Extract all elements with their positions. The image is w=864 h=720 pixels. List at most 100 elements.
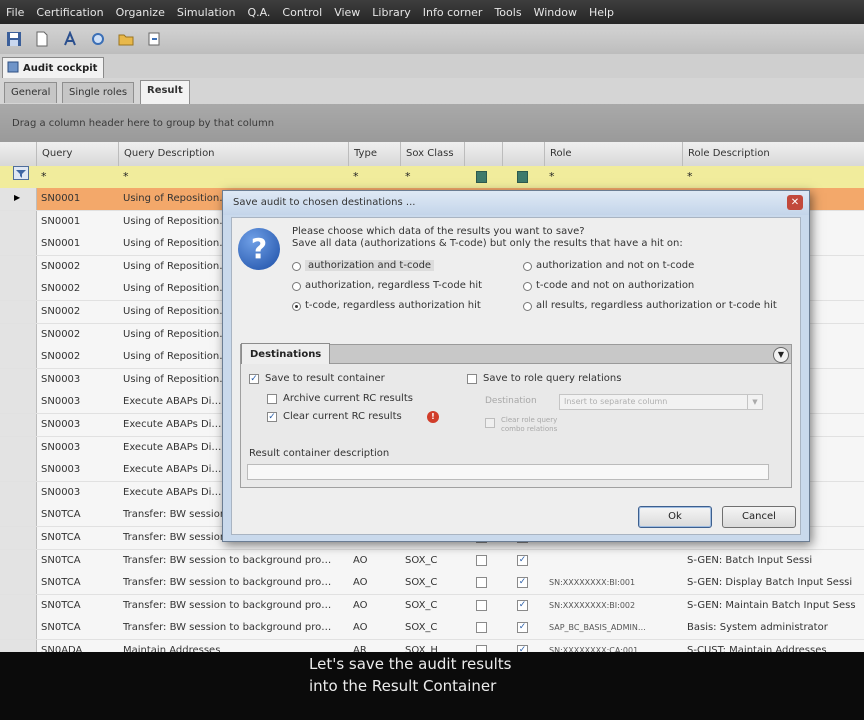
cell-check-2-checkbox[interactable]: ✓ [517, 622, 528, 634]
row-selector[interactable] [0, 323, 37, 346]
cell-check-1-checkbox[interactable] [476, 554, 487, 566]
cell-sox-class[interactable]: SOX_C [400, 617, 464, 639]
radio-tcode-regardless-auth-label[interactable]: t-code, regardless authorization hit [305, 300, 481, 311]
radio-tcode-regardless-auth[interactable] [292, 302, 301, 311]
cell-query[interactable]: SN0001 [36, 211, 118, 233]
cell-role[interactable]: SN:XXXXXXXX:BI:001 [544, 572, 682, 594]
refresh-icon[interactable] [88, 29, 108, 49]
row-selector[interactable] [0, 346, 37, 369]
save-to-role-query-label[interactable]: Save to role query relations [483, 373, 621, 384]
tab-single-roles[interactable]: Single roles [62, 82, 135, 103]
table-row[interactable]: SN0TCA Transfer: BW session to background… [0, 594, 864, 618]
cell-query-description[interactable]: Transfer: BW session to background pro… [118, 617, 348, 639]
column-header-sox-class[interactable]: Sox Class [400, 142, 464, 166]
cell-query-description[interactable]: Transfer: BW session to background pro… [118, 595, 348, 617]
cell-check-1-checkbox[interactable] [476, 599, 487, 611]
menu-tools[interactable]: Tools [488, 6, 527, 19]
radio-auth-regardless-tcode-label[interactable]: authorization, regardless T-code hit [305, 280, 482, 291]
row-selector[interactable] [0, 617, 37, 640]
column-header-role-description[interactable]: Role Description [682, 142, 864, 166]
cell-role[interactable] [544, 550, 682, 572]
row-selector[interactable]: ▶ [0, 188, 37, 210]
filter-type[interactable]: * [348, 166, 359, 188]
cell-query[interactable]: SN0TCA [36, 527, 118, 549]
row-selector[interactable] [0, 481, 37, 504]
menu-certification[interactable]: Certification [30, 6, 109, 19]
cell-query[interactable]: SN0TCA [36, 550, 118, 572]
cell-query[interactable]: SN0003 [36, 459, 118, 481]
text-icon[interactable] [60, 29, 80, 49]
cell-role[interactable]: SAP_BC_BASIS_ADMIN… [544, 617, 682, 639]
radio-all-results-label[interactable]: all results, regardless authorization or… [536, 300, 777, 311]
group-by-panel[interactable]: Drag a column header here to group by th… [0, 104, 864, 142]
export-icon[interactable] [144, 29, 164, 49]
filter-check-1[interactable] [476, 171, 487, 183]
cell-query[interactable]: SN0002 [36, 301, 118, 323]
column-header-check-1[interactable] [464, 142, 502, 166]
table-row[interactable]: SN0TCA Transfer: BW session to background… [0, 617, 864, 641]
cell-query[interactable]: SN0003 [36, 414, 118, 436]
row-selector[interactable] [0, 414, 37, 436]
cell-type[interactable]: AO [348, 572, 400, 594]
cell-role[interactable]: SN:XXXXXXXX:CA:001 [544, 640, 682, 652]
cell-check-2-checkbox[interactable]: ✓ [517, 577, 528, 589]
ok-button[interactable]: Ok [638, 506, 712, 528]
cell-role-description[interactable]: S-GEN: Batch Input Sessi [682, 550, 864, 572]
row-selector[interactable] [0, 391, 37, 414]
tab-general[interactable]: General [4, 82, 58, 103]
filter-check-2[interactable] [517, 171, 528, 183]
cell-query[interactable]: SN0TCA [36, 595, 118, 617]
menu-simulation[interactable]: Simulation [171, 6, 242, 19]
radio-tcode-not-auth[interactable] [523, 282, 532, 291]
folder-icon[interactable] [116, 29, 136, 49]
cell-role-description[interactable]: Basis: System administrator [682, 617, 864, 639]
cell-check-2-checkbox[interactable]: ✓ [517, 554, 528, 566]
row-selector[interactable] [0, 640, 37, 652]
cell-type[interactable]: AO [348, 617, 400, 639]
menu-control[interactable]: Control [276, 6, 328, 19]
cell-query[interactable]: SN0TCA [36, 504, 118, 526]
radio-tcode-not-auth-label[interactable]: t-code and not on authorization [536, 280, 694, 291]
filter-query-description[interactable]: * [118, 166, 129, 188]
cell-query[interactable]: SN0003 [36, 437, 118, 459]
radio-auth-and-tcode-label[interactable]: authorization and t-code [305, 260, 435, 271]
filter-role[interactable]: * [544, 166, 555, 188]
clear-role-query-checkbox[interactable] [485, 418, 495, 428]
cell-check-1-checkbox[interactable] [476, 577, 487, 589]
save-to-result-container-label[interactable]: Save to result container [265, 373, 385, 384]
archive-current-label[interactable]: Archive current RC results [283, 393, 413, 404]
radio-all-results[interactable] [523, 302, 532, 311]
row-selector[interactable] [0, 572, 37, 595]
cell-role[interactable]: SN:XXXXXXXX:BI:002 [544, 595, 682, 617]
cell-query[interactable]: SN0003 [36, 391, 118, 413]
menu-organize[interactable]: Organize [110, 6, 171, 19]
column-header-query[interactable]: Query [36, 142, 118, 166]
tab-result[interactable]: Result [140, 80, 190, 104]
cell-query[interactable]: SN0ADA [36, 640, 118, 652]
table-row[interactable]: SN0ADA Maintain Addresses AR SOX_H SN:XXXXXX… [0, 640, 864, 652]
cell-sox-class[interactable]: SOX_C [400, 572, 464, 594]
save-to-result-container-checkbox[interactable]: ✓ [249, 374, 259, 384]
cell-query[interactable]: SN0TCA [36, 572, 118, 594]
cell-check-1-checkbox[interactable] [476, 622, 487, 634]
tab-audit-cockpit[interactable]: Audit cockpit [2, 57, 105, 78]
filter-query[interactable]: * [36, 166, 47, 188]
menu-info-corner[interactable]: Info corner [417, 6, 489, 19]
save-to-role-query-checkbox[interactable] [467, 374, 477, 384]
row-selector[interactable] [0, 549, 37, 572]
cell-sox-class[interactable]: SOX_C [400, 595, 464, 617]
row-selector[interactable] [0, 210, 37, 233]
clear-current-label[interactable]: Clear current RC results [283, 411, 402, 422]
cell-query-description[interactable]: Transfer: BW session to background pro… [118, 550, 348, 572]
cell-query[interactable]: SN0002 [36, 324, 118, 346]
cell-type[interactable]: AO [348, 550, 400, 572]
row-selector[interactable] [0, 436, 37, 459]
cell-query[interactable]: SN0002 [36, 256, 118, 278]
row-selector[interactable] [0, 504, 37, 527]
row-selector[interactable] [0, 594, 37, 617]
clear-role-query-label[interactable]: Clear role query combo relations [501, 416, 581, 434]
cell-query[interactable]: SN0TCA [36, 617, 118, 639]
cell-role-description[interactable]: S-CUST: Maintain Addresses [682, 640, 864, 652]
radio-auth-not-tcode-label[interactable]: authorization and not on t-code [536, 260, 694, 271]
menu-window[interactable]: Window [528, 6, 583, 19]
